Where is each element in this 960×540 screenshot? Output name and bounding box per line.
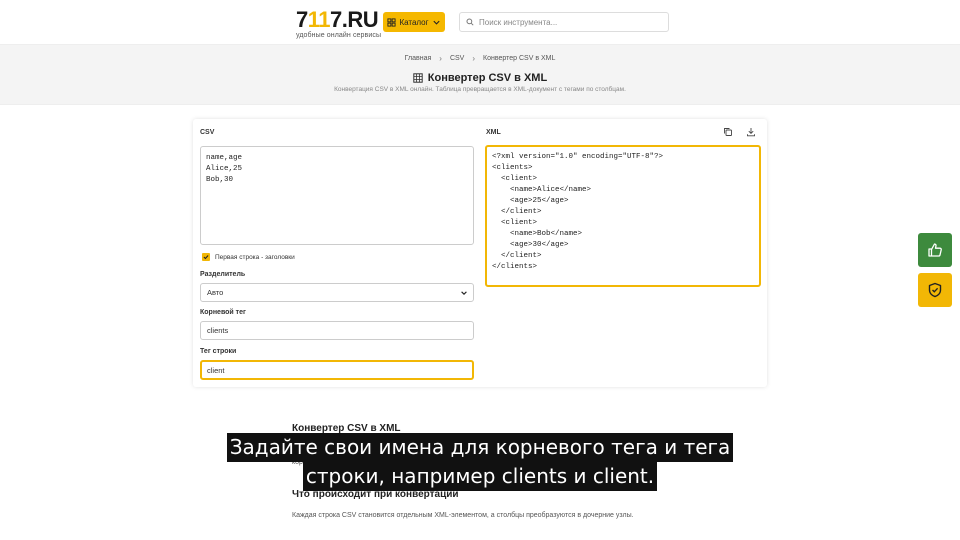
logo-text: 7117.RU — [296, 7, 379, 32]
csv-input[interactable]: name,age Alice,25 Bob,30 — [200, 146, 474, 245]
site-header: 7117.RU удобные онлайн сервисы Каталог — [0, 0, 960, 44]
thumbs-up-icon — [928, 243, 942, 257]
logo-tagline: удобные онлайн сервисы — [296, 32, 382, 39]
search-box[interactable] — [459, 12, 669, 32]
header-row-option[interactable]: Первая строка - заголовки — [202, 253, 295, 261]
delimiter-value: Авто — [207, 288, 224, 297]
header-row-checkbox-label: Первая строка - заголовки — [215, 253, 295, 261]
video-caption-line-1: Задайте свои имена для корневого тега и … — [0, 433, 960, 462]
xml-output[interactable]: <?xml version="1.0" encoding="UTF-8"?> <… — [485, 145, 761, 287]
shield-button[interactable] — [918, 273, 952, 307]
download-icon[interactable] — [746, 127, 756, 137]
chevron-down-icon — [432, 20, 440, 25]
breadcrumb: Главная › CSV › Конвертер CSV в XML — [0, 54, 960, 63]
breadcrumb-separator: › — [472, 54, 476, 63]
row-tag-label: Тег строки — [200, 348, 237, 355]
like-button[interactable] — [918, 233, 952, 267]
breadcrumb-home[interactable]: Главная — [405, 55, 432, 62]
breadcrumb-separator: › — [439, 54, 442, 63]
root-tag-label: Корневой тег — [200, 309, 246, 316]
catalog-button[interactable]: Каталог — [383, 12, 445, 32]
page-header-band: Главная › CSV › Конвертер CSV в XML Конв… — [0, 44, 960, 105]
delimiter-select[interactable]: Авто — [200, 283, 474, 302]
row-tag-field[interactable]: client — [200, 360, 474, 380]
check-icon — [203, 255, 209, 260]
header-row-checkbox[interactable] — [202, 253, 210, 261]
search-icon — [466, 18, 474, 26]
catalog-grid-icon — [387, 17, 397, 27]
catalog-button-label: Каталог — [399, 17, 429, 27]
video-caption-line-2: строки, например clients и client. — [0, 462, 960, 491]
xml-label: XML — [486, 129, 501, 136]
root-tag-field[interactable]: clients — [200, 321, 474, 340]
breadcrumb-current: Конвертер CSV в XML — [483, 55, 556, 62]
shield-check-icon — [928, 282, 942, 298]
page-subtitle: Конвертация CSV в XML онлайн. Таблица пр… — [334, 86, 626, 93]
root-tag-value: clients — [207, 326, 229, 335]
delimiter-label: Разделитель — [200, 271, 246, 278]
site-logo[interactable]: 7117.RU удобные онлайн сервисы — [296, 7, 382, 40]
page-title: Конвертер CSV в XML — [427, 72, 548, 84]
search-input[interactable] — [479, 17, 659, 27]
chevron-down-icon — [461, 291, 467, 295]
page-title-row: Конвертер CSV в XML — [0, 72, 960, 84]
breadcrumb-csv[interactable]: CSV — [450, 55, 464, 62]
copy-icon[interactable] — [723, 127, 733, 137]
article-paragraph: Каждая строка CSV становится отдельным X… — [292, 512, 634, 519]
converter-card: CSV name,age Alice,25 Bob,30 Первая стро… — [193, 119, 767, 387]
csv-label: CSV — [200, 129, 215, 136]
row-tag-value: client — [207, 365, 225, 375]
table-icon — [413, 73, 423, 83]
